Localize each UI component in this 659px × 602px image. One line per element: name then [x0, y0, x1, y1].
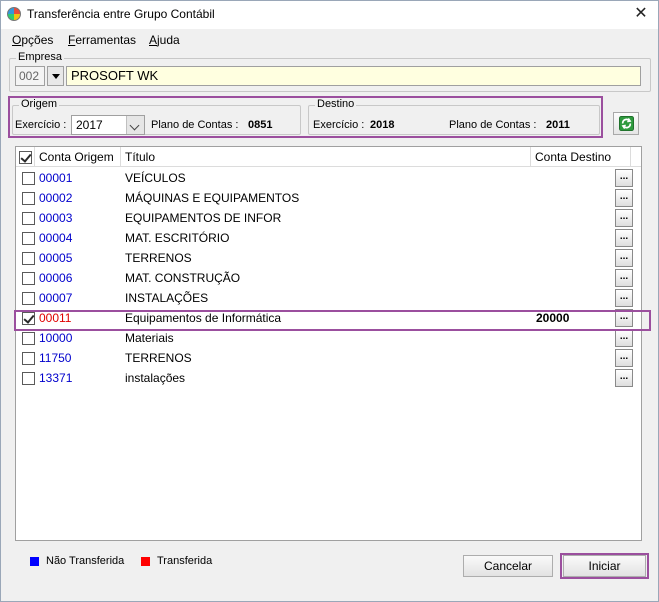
transferred-swatch	[141, 557, 150, 566]
title-bar: Transferência entre Grupo Contábil ✕	[1, 1, 658, 29]
row-code: 11750	[39, 351, 72, 365]
empresa-dropdown-button[interactable]	[47, 66, 64, 86]
row-title: MAT. CONSTRUÇÃO	[125, 271, 241, 285]
table-row[interactable]: 10000 Materiais...	[16, 328, 641, 348]
choose-destination-button[interactable]: ...	[615, 169, 633, 187]
row-code: 00001	[39, 171, 73, 185]
origem-exercicio-value: 2017	[76, 118, 103, 132]
row-title: Materiais	[125, 331, 174, 345]
destino-legend: Destino	[315, 98, 357, 110]
row-checkbox[interactable]	[22, 172, 35, 185]
row-title: INSTALAÇÕES	[125, 291, 209, 305]
transferred-label: Transferida	[157, 555, 213, 567]
table-row[interactable]: 00001 VEÍCULOS...	[16, 168, 641, 188]
row-title: TERRENOS	[125, 251, 192, 265]
destino-plano-value: 2011	[546, 119, 570, 131]
choose-destination-button[interactable]: ...	[615, 369, 633, 387]
row-checkbox[interactable]	[22, 332, 35, 345]
grid-header: Conta Origem Título Conta Destino	[16, 147, 641, 167]
main-window: Transferência entre Grupo Contábil ✕ Opç…	[0, 0, 659, 602]
row-checkbox[interactable]	[22, 352, 35, 365]
header-select-all-cell	[16, 147, 35, 167]
choose-destination-button[interactable]: ...	[615, 229, 633, 247]
menu-ajuda[interactable]: Ajuda	[149, 33, 180, 47]
choose-destination-button[interactable]: ...	[615, 269, 633, 287]
destino-exercicio-value: 2018	[370, 119, 395, 131]
selected-row-highlight	[14, 310, 651, 331]
cancel-button[interactable]: Cancelar	[463, 555, 553, 577]
table-row[interactable]: 00004 MAT. ESCRITÓRIO...	[16, 228, 641, 248]
row-title: TERRENOS	[125, 351, 192, 365]
empresa-code-field[interactable]: 002	[15, 66, 45, 86]
choose-destination-button[interactable]: ...	[615, 349, 633, 367]
origem-plano-value: 0851	[248, 119, 273, 131]
close-icon[interactable]: ✕	[632, 5, 650, 23]
origem-legend: Origem	[19, 98, 60, 110]
origem-plano-label: Plano de Contas :	[151, 119, 239, 131]
row-title: VEÍCULOS	[125, 171, 186, 185]
choose-destination-button[interactable]: ...	[615, 209, 633, 227]
row-title: EQUIPAMENTOS DE INFOR	[125, 211, 282, 225]
empresa-legend: Empresa	[16, 51, 65, 63]
row-code: 00002	[39, 191, 73, 205]
table-row[interactable]: 00003 EQUIPAMENTOS DE INFOR...	[16, 208, 641, 228]
empresa-name-field[interactable]: PROSOFT WK	[66, 66, 641, 86]
row-checkbox[interactable]	[22, 252, 35, 265]
choose-destination-button[interactable]: ...	[615, 249, 633, 267]
menu-ferramentas[interactable]: Ferramentas	[68, 33, 136, 47]
header-conta-destino[interactable]: Conta Destino	[531, 147, 631, 167]
accounts-grid: Conta Origem Título Conta Destino 00001 V…	[15, 146, 642, 541]
table-row[interactable]: 11750 TERRENOS...	[16, 348, 641, 368]
row-checkbox[interactable]	[22, 212, 35, 225]
row-title: MÁQUINAS E EQUIPAMENTOS	[125, 191, 300, 205]
choose-destination-button[interactable]: ...	[615, 329, 633, 347]
row-code: 13371	[39, 371, 73, 385]
not-transferred-label: Não Transferida	[46, 555, 125, 567]
choose-destination-button[interactable]: ...	[615, 289, 633, 307]
row-code: 10000	[39, 331, 73, 345]
table-row[interactable]: 00002 MÁQUINAS E EQUIPAMENTOS...	[16, 188, 641, 208]
row-checkbox[interactable]	[22, 232, 35, 245]
window-title: Transferência entre Grupo Contábil	[27, 7, 215, 21]
row-code: 00003	[39, 211, 73, 225]
refresh-icon	[619, 116, 634, 131]
destino-exercicio-label: Exercício :	[313, 119, 365, 131]
row-code: 00007	[39, 291, 73, 305]
row-checkbox[interactable]	[22, 272, 35, 285]
row-code: 00005	[39, 251, 73, 265]
not-transferred-swatch	[30, 557, 39, 566]
origem-exercicio-select[interactable]: 2017	[71, 115, 145, 135]
row-checkbox[interactable]	[22, 372, 35, 385]
table-row[interactable]: 00006 MAT. CONSTRUÇÃO...	[16, 268, 641, 288]
table-row[interactable]: 13371 instalações...	[16, 368, 641, 388]
refresh-button[interactable]	[613, 112, 639, 135]
row-title: instalações	[125, 371, 186, 385]
header-titulo[interactable]: Título	[121, 147, 531, 167]
header-conta-origem[interactable]: Conta Origem	[35, 147, 121, 167]
origem-exercicio-label: Exercício :	[15, 119, 67, 131]
row-code: 00006	[39, 271, 73, 285]
menu-bar: Opções Ferramentas Ajuda	[1, 31, 658, 49]
row-checkbox[interactable]	[22, 292, 35, 305]
chevron-down-icon[interactable]	[126, 116, 144, 134]
app-icon	[7, 7, 21, 21]
row-checkbox[interactable]	[22, 192, 35, 205]
destino-plano-label: Plano de Contas :	[449, 119, 537, 131]
start-button[interactable]: Iniciar	[563, 555, 646, 577]
menu-opcoes[interactable]: Opções	[12, 33, 53, 47]
choose-destination-button[interactable]: ...	[615, 189, 633, 207]
row-title: MAT. ESCRITÓRIO	[125, 231, 230, 245]
table-row[interactable]: 00007 INSTALAÇÕES...	[16, 288, 641, 308]
select-all-checkbox[interactable]	[19, 151, 32, 164]
table-row[interactable]: 00005 TERRENOS...	[16, 248, 641, 268]
row-code: 00004	[39, 231, 73, 245]
